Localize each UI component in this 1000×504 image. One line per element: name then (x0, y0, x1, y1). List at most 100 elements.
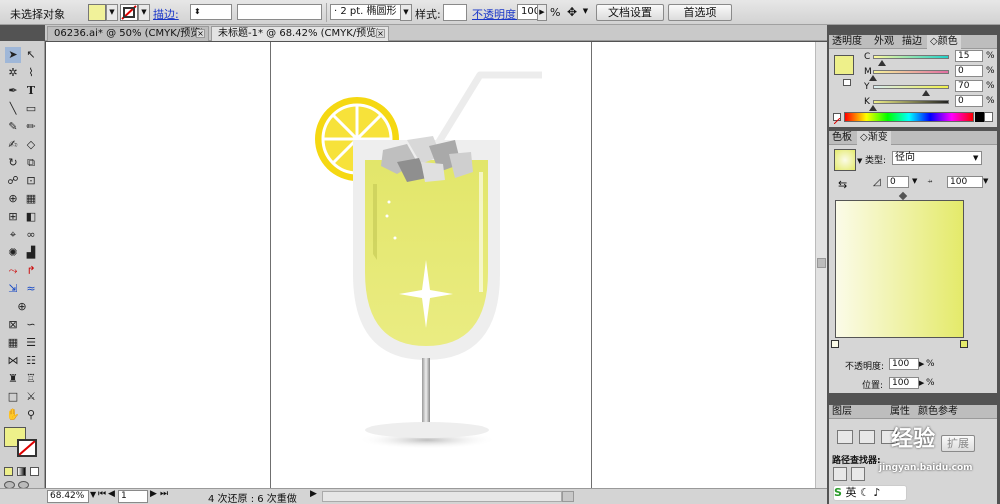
tab-swatches[interactable]: 色板 (829, 131, 855, 145)
rectangle-tool-icon[interactable]: ▭ (23, 101, 39, 117)
gradient-opacity-input[interactable]: 100 (889, 358, 919, 370)
channel-c-slider[interactable] (873, 55, 949, 59)
color-mode-icon[interactable] (4, 467, 13, 476)
shape-mode-icon[interactable] (837, 430, 853, 444)
scrollbar-thumb-h[interactable] (562, 491, 574, 502)
tab-transparency[interactable]: 透明度 (829, 35, 865, 49)
tab-properties[interactable]: 属性 (887, 405, 913, 419)
channel-m-input[interactable]: 0 (955, 65, 983, 77)
variable-width-dropdown[interactable] (237, 4, 322, 20)
slider-handle[interactable] (869, 105, 877, 111)
chevron-down-icon[interactable]: ▼ (973, 154, 978, 162)
convert-anchor-tool-icon[interactable]: ↱ (23, 263, 39, 279)
channel-y-input[interactable]: 70 (955, 80, 983, 92)
status-menu-arrow[interactable]: ▶ (310, 489, 317, 499)
recolor-artwork-icon[interactable]: ✥ (567, 5, 581, 20)
live-paint-tool-icon[interactable]: ♜ (5, 371, 21, 387)
tab-appearance[interactable]: 外观 (871, 35, 897, 49)
horizontal-scrollbar[interactable] (322, 491, 562, 502)
document-setup-button[interactable]: 文档设置 (596, 4, 664, 21)
line-tool-icon[interactable]: ╲ (5, 101, 21, 117)
tab-color-guide[interactable]: 颜色参考 (915, 405, 961, 419)
zoom-dropdown-arrow[interactable]: ▼ (90, 490, 96, 499)
opacity-dropdown-arrow[interactable]: ▶ (537, 4, 547, 21)
channel-k-slider[interactable] (873, 100, 949, 104)
close-icon[interactable]: × (376, 29, 385, 38)
paintbrush-tool-icon[interactable]: ✎ (5, 119, 21, 135)
channel-m-slider[interactable] (873, 70, 949, 74)
artboard[interactable] (270, 42, 592, 488)
type-tool-icon[interactable]: T (23, 83, 39, 99)
align-tool-icon[interactable]: ☷ (23, 353, 39, 369)
smooth-tool-icon[interactable]: ≈ (23, 281, 39, 297)
gradient-type-select[interactable]: 径向 (892, 151, 982, 165)
artboard-number-input[interactable]: 1 (118, 490, 148, 503)
black-swatch[interactable] (975, 112, 984, 122)
expand-button[interactable]: 扩展 (941, 435, 975, 452)
tab-document-untitled[interactable]: 未标题-1* @ 68.42% (CMYK/预览) × (211, 26, 389, 41)
close-icon[interactable]: × (196, 29, 205, 38)
symbol-sprayer-tool-icon[interactable]: ✺ (5, 245, 21, 261)
aspect-dropdown-arrow[interactable]: ▼ (983, 177, 988, 185)
brush-dropdown-arrow[interactable]: ▼ (400, 4, 412, 21)
eyedropper-tool-icon[interactable]: ⌖ (5, 227, 21, 243)
pathfinder-icon[interactable] (833, 467, 847, 481)
tab-color[interactable]: ◇颜色 (927, 35, 961, 49)
channel-c-input[interactable]: 15 (955, 50, 983, 62)
channel-k-input[interactable]: 0 (955, 95, 983, 107)
width-tool-icon[interactable]: ⋈ (5, 353, 21, 369)
gradient-aspect-input[interactable]: 100 (947, 176, 983, 188)
shape-mode-icon[interactable] (859, 430, 875, 444)
free-transform-tool-icon[interactable]: ⊡ (23, 173, 39, 189)
stroke-color-box[interactable] (17, 439, 37, 457)
stroke-dropdown-arrow[interactable]: ▼ (138, 4, 150, 21)
none-color-icon[interactable] (833, 113, 841, 125)
polar-grid-tool-icon[interactable]: ☰ (23, 335, 39, 351)
grid-tool-icon[interactable]: ▦ (5, 335, 21, 351)
angle-dropdown-arrow[interactable]: ▼ (912, 177, 917, 185)
slice-tool-icon[interactable]: ∽ (23, 317, 39, 333)
slider-handle[interactable] (922, 90, 930, 96)
slice-select-tool-icon[interactable]: ⊕ (14, 299, 30, 315)
scrollbar-thumb[interactable] (817, 258, 826, 268)
first-artboard-icon[interactable]: ⏮ (98, 489, 106, 499)
gradient-thumbnail-arrow[interactable]: ▼ (857, 157, 862, 165)
gradient-stop-end[interactable] (960, 340, 968, 348)
knife-tool-icon[interactable]: ⚔ (23, 389, 39, 405)
graphic-style-swatch[interactable] (443, 4, 467, 21)
gradient-location-input[interactable]: 100 (889, 377, 919, 389)
selection-tool-icon[interactable]: ➤ (5, 47, 21, 63)
brush-definition-dropdown[interactable]: · 2 pt. 椭圆形 (330, 4, 408, 20)
scale-tool-icon[interactable]: ⧉ (23, 155, 39, 171)
magic-wand-tool-icon[interactable]: ✲ (5, 65, 21, 81)
slider-handle[interactable] (869, 75, 877, 81)
live-paint-select-tool-icon[interactable]: ♖ (23, 371, 39, 387)
lasso-tool-icon[interactable]: ⌇ (23, 65, 39, 81)
last-artboard-icon[interactable]: ⏭ (160, 489, 168, 499)
fill-swatch[interactable] (88, 4, 106, 21)
gradient-midpoint[interactable] (898, 191, 908, 201)
artboard-tool-icon[interactable]: ⊠ (5, 317, 21, 333)
pencil-tool-icon[interactable]: ✏ (23, 119, 39, 135)
hand-tool-icon[interactable]: ✋ (5, 407, 21, 423)
out-of-gamut-icon[interactable] (843, 79, 851, 86)
shape-builder-tool-icon[interactable]: ⊕ (5, 191, 21, 207)
gradient-stop-start[interactable] (831, 340, 839, 348)
stroke-swatch[interactable] (120, 4, 138, 21)
fill-dropdown-arrow[interactable]: ▼ (106, 4, 118, 21)
rotate-tool-icon[interactable]: ↻ (5, 155, 21, 171)
tab-stroke[interactable]: 描边 (899, 35, 925, 49)
none-mode-icon[interactable] (30, 467, 39, 476)
gradient-tool-icon[interactable]: ◧ (23, 209, 39, 225)
blob-brush-tool-icon[interactable]: ✍ (5, 137, 21, 153)
anchor-tool-icon[interactable]: ⇲ (5, 281, 21, 297)
zoom-tool-icon[interactable]: ⚲ (23, 407, 39, 423)
crop-tool-icon[interactable]: □ (5, 389, 21, 405)
blend-tool-icon[interactable]: ∞ (23, 227, 39, 243)
color-fill-swatch[interactable] (834, 55, 854, 75)
next-artboard-icon[interactable]: ▶ (150, 489, 157, 499)
mesh-tool-icon[interactable]: ⊞ (5, 209, 21, 225)
column-graph-tool-icon[interactable]: ▟ (23, 245, 39, 261)
warp-tool-icon[interactable]: ☍ (5, 173, 21, 189)
perspective-grid-tool-icon[interactable]: ▦ (23, 191, 39, 207)
